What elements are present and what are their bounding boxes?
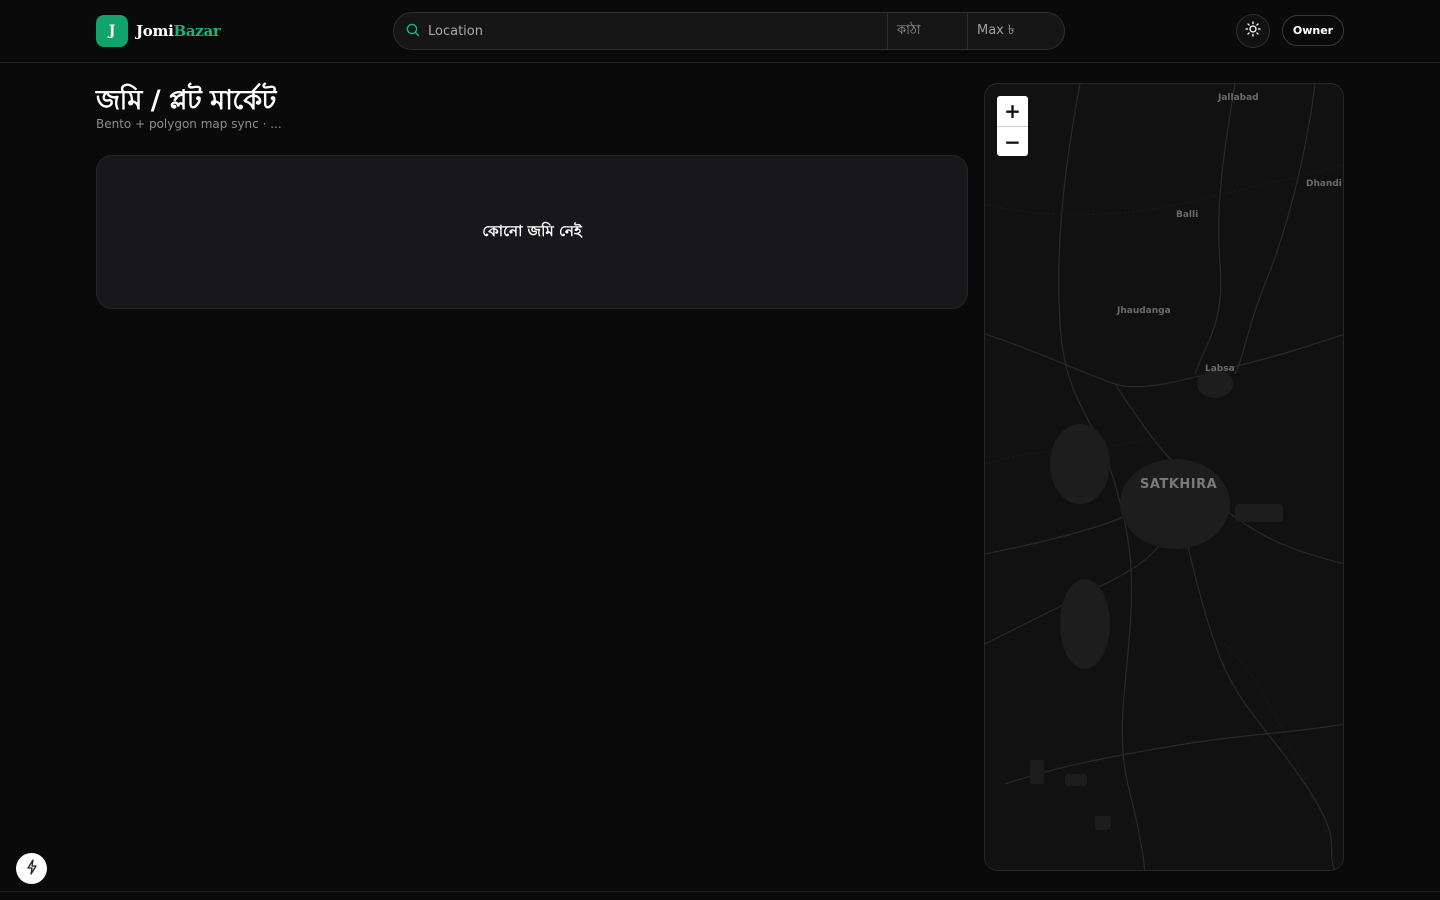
search-bar: কাঠা Max ৳ [393,12,1065,50]
logo-mark: J [96,15,128,47]
place-label-dhandi: Dhandi [1306,179,1342,189]
zoom-out-button[interactable]: − [997,126,1028,156]
unit-select-label: কাঠা [897,22,921,38]
place-label-jhaudanga: Jhaudanga [1117,306,1171,316]
zoom-controls: + − [997,96,1028,156]
place-label-jallabad: Jallabad [1218,93,1259,103]
max-price-label: Max ৳ [977,22,1015,38]
quick-action-button[interactable] [16,853,47,884]
zoom-in-button[interactable]: + [997,96,1028,126]
listings-empty-card: কোনো জমি নেই [96,155,968,309]
place-label-balli: Balli [1176,210,1199,220]
top-navbar: J JomiBazar কাঠা Max ৳ Owner [0,0,1440,63]
lightning-icon [25,858,39,879]
unit-select[interactable]: কাঠা [887,13,967,49]
page-subtitle: Bento + polygon map sync · ... [96,117,282,131]
bottom-divider [0,891,1440,892]
location-search [394,13,887,49]
empty-state-text: কোনো জমি নেই [482,221,582,240]
brand-logo[interactable]: J JomiBazar [96,15,221,47]
place-label-labsa: Labsa [1205,364,1235,374]
map-panel[interactable]: + − Jallabad Dhandi Balli Jhaudanga Labs… [984,83,1344,871]
brand-name-part2: Bazar [173,22,221,40]
max-price-input[interactable]: Max ৳ [967,13,1064,49]
place-label-satkhira: SATKHIRA [1140,477,1218,492]
search-icon [406,22,420,41]
sun-icon [1245,21,1261,41]
owner-button[interactable]: Owner [1282,15,1344,46]
location-input[interactable] [428,23,848,39]
theme-toggle-button[interactable] [1236,14,1270,48]
brand-name: JomiBazar [136,22,221,40]
brand-name-part1: Jomi [136,22,174,40]
